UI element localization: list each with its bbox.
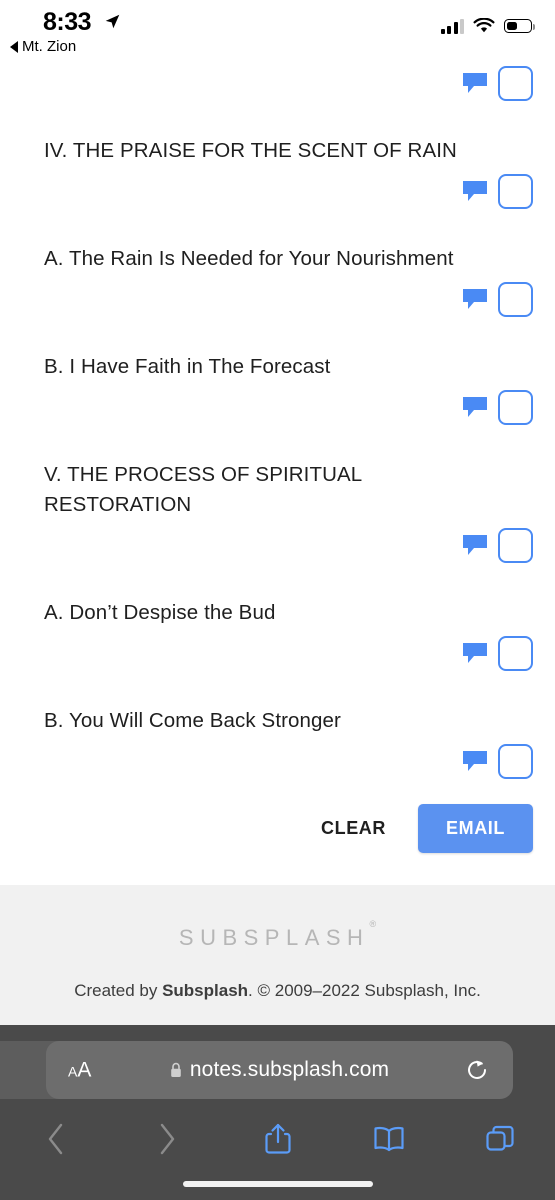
footer-credit-brand: Subsplash xyxy=(162,981,249,1000)
bookmarks-icon[interactable] xyxy=(333,1111,444,1167)
address-bar-content: notes.subsplash.com xyxy=(46,1058,513,1082)
lock-icon xyxy=(171,1062,181,1077)
checkbox-icon[interactable] xyxy=(498,281,533,317)
note-row-controls xyxy=(0,382,555,432)
note-row-controls xyxy=(0,628,555,678)
note-row-controls xyxy=(0,274,555,324)
browser-toolbar xyxy=(0,1111,555,1167)
phone-screen: 8:33 Mt. Zion IV. THE PRAISE FOR THE SCE… xyxy=(0,0,555,1200)
comment-icon[interactable] xyxy=(462,642,488,664)
tabs-icon[interactable] xyxy=(444,1111,555,1167)
safari-chrome: AA notes.subsplash.com xyxy=(0,1025,555,1200)
note-subpoint: B. I Have Faith in The Forecast xyxy=(44,355,331,378)
checkbox-icon[interactable] xyxy=(498,173,533,209)
notes-document: IV. THE PRAISE FOR THE SCENT OF RAIN A. … xyxy=(0,58,555,1025)
checkbox-icon[interactable] xyxy=(498,635,533,671)
share-icon[interactable] xyxy=(222,1111,333,1167)
clear-button[interactable]: CLEAR xyxy=(313,806,394,851)
email-button[interactable]: EMAIL xyxy=(418,804,533,853)
status-bar: 8:33 Mt. Zion xyxy=(0,0,555,58)
battery-icon xyxy=(504,19,535,33)
comment-icon[interactable] xyxy=(462,396,488,418)
comment-icon[interactable] xyxy=(462,750,488,772)
back-icon[interactable] xyxy=(0,1111,111,1167)
note-row-controls xyxy=(0,166,555,216)
comment-icon[interactable] xyxy=(462,72,488,94)
location-arrow-icon xyxy=(105,14,120,29)
note-heading: V. THE PROCESS OF SPIRITUAL RESTORATION xyxy=(44,463,362,516)
status-bar-clock: 8:33 xyxy=(43,8,92,36)
note-subpoint: A. Don’t Despise the Bud xyxy=(44,601,276,624)
address-bar[interactable]: AA notes.subsplash.com xyxy=(46,1041,513,1099)
back-to-app-indicator[interactable]: Mt. Zion xyxy=(10,38,76,55)
comment-icon[interactable] xyxy=(462,288,488,310)
note-heading: IV. THE PRAISE FOR THE SCENT OF RAIN xyxy=(44,139,457,162)
comment-icon[interactable] xyxy=(462,180,488,202)
note-subpoint: A. The Rain Is Needed for Your Nourishme… xyxy=(44,247,454,270)
checkbox-icon[interactable] xyxy=(498,389,533,425)
wifi-icon xyxy=(473,18,495,33)
footer-credit: Created by Subsplash. © 2009–2022 Subspl… xyxy=(0,981,555,1001)
checkbox-icon[interactable] xyxy=(498,743,533,779)
registered-mark: ® xyxy=(369,918,377,929)
page-footer: SUBSPLASH® Created by Subsplash. © 2009–… xyxy=(0,885,555,1025)
subsplash-logo-text: SUBSPLASH xyxy=(178,925,370,950)
note-row-controls xyxy=(0,736,555,786)
forward-icon[interactable] xyxy=(111,1111,222,1167)
back-to-app-label: Mt. Zion xyxy=(22,38,77,55)
notes-actions: CLEAR EMAIL xyxy=(0,786,555,853)
note-row-controls xyxy=(0,58,555,108)
home-indicator[interactable] xyxy=(182,1181,373,1187)
back-triangle-icon xyxy=(10,40,18,53)
note-row-controls xyxy=(0,520,555,570)
footer-credit-suffix: . © 2009–2022 Subsplash, Inc. xyxy=(248,981,481,1000)
cellular-signal-icon xyxy=(440,18,464,34)
note-subpoint: B. You Will Come Back Stronger xyxy=(44,709,341,732)
status-bar-indicators xyxy=(440,18,535,34)
reload-icon[interactable] xyxy=(465,1058,489,1082)
checkbox-icon[interactable] xyxy=(498,65,533,101)
safari-webview: IV. THE PRAISE FOR THE SCENT OF RAIN A. … xyxy=(0,58,555,1025)
comment-icon[interactable] xyxy=(462,534,488,556)
checkbox-icon[interactable] xyxy=(498,527,533,563)
subsplash-logo: SUBSPLASH® xyxy=(178,919,376,951)
url-text: notes.subsplash.com xyxy=(189,1058,390,1081)
footer-credit-prefix: Created by xyxy=(74,981,163,1000)
